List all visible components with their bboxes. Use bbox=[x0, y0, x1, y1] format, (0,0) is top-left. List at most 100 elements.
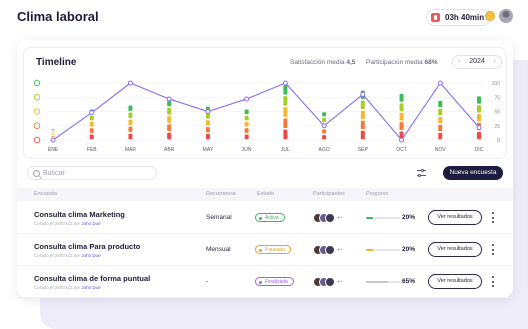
participation-point bbox=[89, 110, 95, 116]
participation-point bbox=[476, 124, 482, 130]
avatar bbox=[325, 245, 335, 255]
column-header-progress[interactable]: Progreso bbox=[366, 191, 388, 197]
survey-recurrence: - bbox=[206, 278, 209, 285]
satisfaction-bar-segment bbox=[283, 118, 288, 129]
very-happy-icon bbox=[33, 79, 41, 87]
search-box[interactable] bbox=[27, 166, 157, 180]
satisfaction-bar-segment bbox=[244, 109, 249, 115]
satisfaction-bar-segment bbox=[438, 108, 443, 116]
satisfaction-bar-segment bbox=[51, 133, 55, 135]
satisfaction-bar-segment bbox=[283, 107, 288, 117]
column-header-participants[interactable]: Participantes bbox=[313, 191, 345, 197]
satisfaction-bar-segment bbox=[399, 94, 404, 102]
satisfaction-bar-segment bbox=[128, 119, 133, 126]
more-options-icon[interactable] bbox=[491, 276, 495, 287]
sliders-icon[interactable] bbox=[417, 168, 426, 177]
satisfaction-bar-segment bbox=[438, 124, 443, 132]
avatar[interactable] bbox=[499, 9, 513, 23]
search-input[interactable] bbox=[43, 167, 153, 179]
status-badge: Activa bbox=[255, 213, 285, 222]
satisfaction-bar-segment bbox=[51, 131, 55, 133]
chevron-left-icon[interactable]: ‹ bbox=[458, 56, 460, 68]
chevron-right-icon[interactable]: › bbox=[494, 56, 496, 68]
column-header-status[interactable]: Estado bbox=[257, 191, 274, 197]
more-options-icon[interactable] bbox=[491, 244, 495, 255]
survey-meta: Creado el 26/07/22 por John Doe bbox=[34, 285, 101, 290]
survey-author[interactable]: John Doe bbox=[81, 285, 100, 290]
year-value: 2024 bbox=[469, 58, 485, 65]
participants-avatars[interactable]: +⁴ bbox=[313, 213, 343, 223]
more-options-icon[interactable] bbox=[491, 212, 495, 223]
participation-point bbox=[166, 96, 172, 102]
survey-meta: Creado el 26/07/22 por John Doe bbox=[34, 253, 101, 258]
view-results-button[interactable]: Ver resultados bbox=[428, 242, 482, 257]
participants-avatars[interactable]: +⁴ bbox=[313, 277, 343, 287]
progress-fill bbox=[366, 217, 373, 219]
satisfaction-bar-segment bbox=[167, 107, 172, 115]
survey-recurrence: Semanal bbox=[206, 214, 232, 221]
satisfaction-value: 4,5 bbox=[346, 59, 356, 66]
survey-created: Creado el 26/07/22 por bbox=[34, 221, 81, 226]
survey-author[interactable]: John Doe bbox=[81, 221, 100, 226]
progress-fill bbox=[366, 249, 373, 251]
new-survey-button[interactable]: Nueva encuesta bbox=[443, 166, 503, 180]
satisfaction-bar-segment bbox=[128, 105, 133, 111]
survey-name[interactable]: Consulta clima Marketing bbox=[34, 210, 125, 219]
table-row[interactable]: Consulta clima de forma puntual Creado e… bbox=[17, 266, 513, 298]
very-sad-icon bbox=[33, 136, 41, 144]
top-bar: Clima laboral 03h 40min bbox=[0, 0, 528, 32]
survey-recurrence: Mensual bbox=[206, 246, 231, 253]
progress-bar bbox=[366, 217, 400, 219]
x-tick-label: DIC bbox=[475, 147, 484, 153]
satisfaction-bar-segment bbox=[322, 129, 327, 134]
y-tick-label: 25 bbox=[494, 124, 500, 130]
satisfaction-bar-segment bbox=[128, 133, 133, 140]
participation-label: Participación media bbox=[366, 59, 423, 66]
survey-name[interactable]: Consulta clima Para producto bbox=[34, 242, 140, 251]
view-results-button[interactable]: Ver resultados bbox=[428, 210, 482, 225]
x-tick-label: SEP bbox=[358, 147, 369, 153]
column-header-recurrence[interactable]: Recurrencia bbox=[206, 191, 236, 197]
view-results-button[interactable]: Ver resultados bbox=[428, 274, 482, 289]
y-tick-label: 100 bbox=[492, 81, 501, 87]
status-badge: Finalizada bbox=[255, 277, 294, 286]
satisfaction-bar-segment bbox=[438, 116, 443, 124]
x-tick-label: ABR bbox=[164, 147, 175, 153]
satisfaction-bar-segment bbox=[128, 126, 133, 133]
neutral-icon bbox=[33, 108, 41, 115]
survey-name[interactable]: Consulta clima de forma puntual bbox=[34, 274, 150, 283]
timer-badge[interactable]: 03h 40min bbox=[426, 9, 492, 26]
participation-average: Participación media 68% bbox=[366, 59, 438, 66]
x-tick-label: JUL bbox=[281, 147, 290, 153]
table-row[interactable]: Consulta clima Marketing Creado el 26/07… bbox=[17, 202, 513, 234]
satisfaction-bar-segment bbox=[51, 136, 55, 137]
survey-author[interactable]: John Doe bbox=[81, 253, 100, 258]
satisfaction-bar-segment bbox=[128, 112, 133, 118]
satisfaction-bar-segment bbox=[89, 128, 94, 133]
column-header-survey[interactable]: Encuesta bbox=[34, 191, 57, 197]
satisfaction-bar-segment bbox=[360, 100, 365, 110]
satisfaction-bar-segment bbox=[244, 121, 249, 127]
progress-label: 65% bbox=[402, 278, 416, 285]
satisfaction-bar-segment bbox=[283, 84, 288, 95]
x-tick-label: NOV bbox=[435, 147, 447, 153]
satisfaction-bar-segment bbox=[322, 118, 327, 123]
status-badge: Pausada bbox=[255, 245, 291, 254]
table-row[interactable]: Consulta clima Para producto Creado el 2… bbox=[17, 234, 513, 266]
satisfaction-bar-segment bbox=[51, 129, 55, 131]
year-selector[interactable]: ‹ 2024 › bbox=[452, 55, 502, 69]
satisfaction-bar-segment bbox=[167, 116, 172, 123]
x-tick-label: JUN bbox=[242, 147, 252, 153]
satisfaction-bar-segment bbox=[399, 112, 404, 121]
timeline-title: Timeline bbox=[36, 57, 77, 68]
participants-avatars[interactable]: +⁴ bbox=[313, 245, 343, 255]
smiley-icon[interactable] bbox=[485, 11, 495, 21]
participation-value: 68% bbox=[424, 59, 438, 66]
participants-extra-count: +⁴ bbox=[337, 247, 343, 253]
participants-extra-count: +⁴ bbox=[337, 215, 343, 221]
participation-point bbox=[399, 137, 405, 143]
y-tick-label: 50 bbox=[494, 110, 500, 116]
survey-created: Creado el 26/07/22 por bbox=[34, 285, 81, 290]
satisfaction-bar-segment bbox=[360, 130, 365, 140]
satisfaction-bar-segment bbox=[244, 115, 249, 121]
